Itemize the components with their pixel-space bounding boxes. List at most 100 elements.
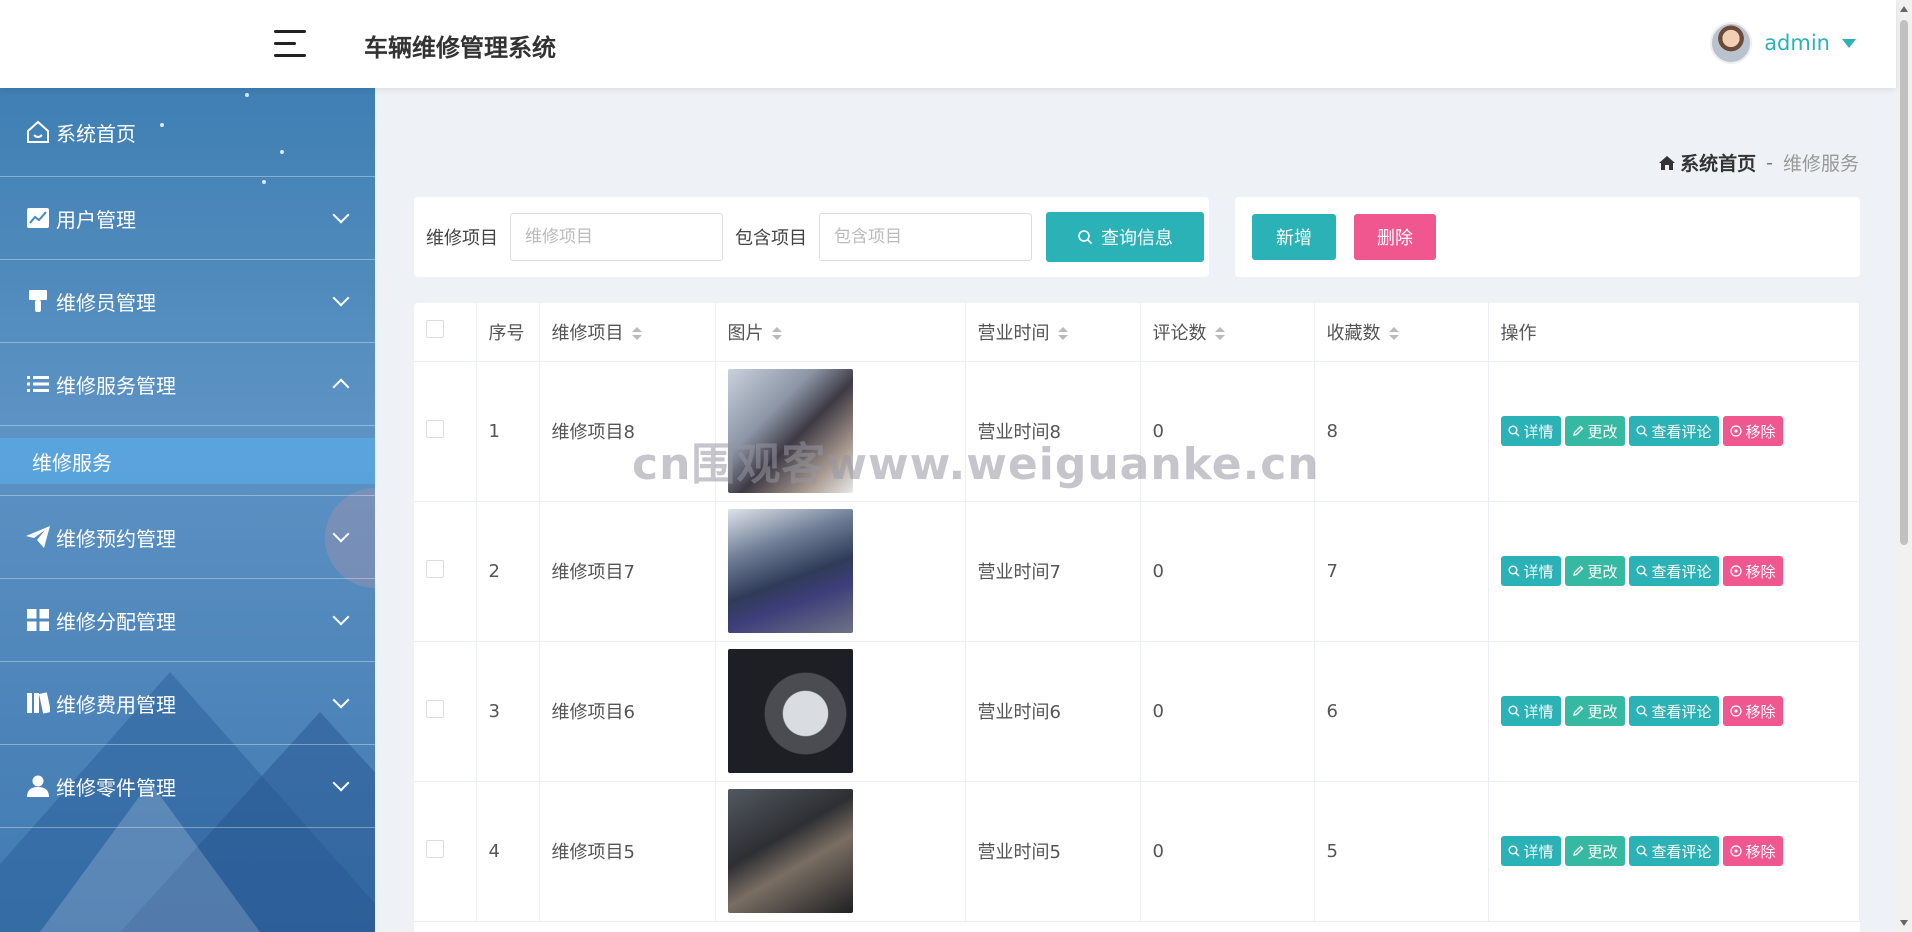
edit-button[interactable]: 更改 [1564,696,1625,726]
view-comments-button[interactable]: 查看评论 [1628,696,1719,726]
chevron-down-icon[interactable] [332,206,350,224]
table-row[interactable]: 2 维修项目7 营业时间7 0 7 详情 更改 查看评论 移除 [414,501,1860,642]
sort-icon[interactable] [1214,327,1225,341]
edit-button[interactable]: 更改 [1564,836,1625,866]
row-checkbox[interactable] [426,419,444,438]
row-checkbox[interactable] [426,699,444,718]
detail-button[interactable]: 详情 [1500,836,1561,866]
detail-button[interactable]: 详情 [1500,416,1561,446]
edit-button-label[interactable]: 更改 [1588,841,1618,862]
select-all-checkbox[interactable] [426,320,444,339]
sidebar-item-6[interactable]: 维修分配管理 [0,579,375,662]
header-comments[interactable]: 评论数 [1140,303,1315,362]
sidebar-item-5[interactable]: 维修预约管理 [0,496,375,579]
cell-favorites: 5 [1314,781,1489,922]
user-menu[interactable]: admin [1710,22,1856,64]
chevron-down-icon[interactable] [332,608,350,626]
breadcrumb-home[interactable]: 系统首页 [1658,149,1756,176]
row-select-cell[interactable] [414,361,477,502]
breadcrumb-home-label[interactable]: 系统首页 [1680,149,1756,176]
view-comments-button-label[interactable]: 查看评论 [1652,701,1712,722]
remove-button[interactable]: 移除 [1722,416,1783,446]
sort-icon[interactable] [771,327,782,341]
chevron-down-icon[interactable] [332,289,350,307]
header-item[interactable]: 维修项目 [539,303,716,362]
submenu-item-repair-service[interactable]: 维修服务 [0,438,375,484]
view-comments-button-label[interactable]: 查看评论 [1652,561,1712,582]
row-select-cell[interactable] [414,641,477,782]
detail-button[interactable]: 详情 [1500,556,1561,586]
edit-button-label[interactable]: 更改 [1588,421,1618,442]
remove-button-label[interactable]: 移除 [1746,841,1776,862]
view-comments-button[interactable]: 查看评论 [1628,836,1719,866]
sidebar-item-1[interactable]: 系统首页 [0,88,375,177]
chevron-down-icon[interactable] [332,774,350,792]
view-comments-button[interactable]: 查看评论 [1628,556,1719,586]
cell-favorites: 8 [1314,361,1489,502]
view-comments-button-label[interactable]: 查看评论 [1652,841,1712,862]
detail-button-label[interactable]: 详情 [1524,701,1554,722]
sort-icon[interactable] [631,327,642,341]
sidebar-item-3[interactable]: 维修员管理 [0,260,375,343]
table-row[interactable]: 3 维修项目6 营业时间6 0 6 详情 更改 查看评论 移除 [414,641,1860,782]
scroll-down-icon[interactable] [1900,920,1908,926]
header-favorites[interactable]: 收藏数 [1314,303,1489,362]
sidebar-item-7[interactable]: 维修费用管理 [0,662,375,745]
detail-button-label[interactable]: 详情 [1524,561,1554,582]
caret-down-icon[interactable] [1842,38,1856,48]
view-comments-button-label[interactable]: 查看评论 [1652,421,1712,442]
detail-button-label[interactable]: 详情 [1524,841,1554,862]
detail-button[interactable]: 详情 [1500,696,1561,726]
sort-icon[interactable] [1388,327,1399,341]
cell-ops: 详情 更改 查看评论 移除 [1488,361,1860,502]
menu-toggle-icon[interactable] [274,30,306,58]
header-hours-label[interactable]: 营业时间 [978,323,1050,344]
select-all-cell[interactable] [414,303,477,362]
remove-button[interactable]: 移除 [1722,836,1783,866]
delete-button[interactable]: 删除 [1354,214,1436,260]
header-image[interactable]: 图片 [715,303,966,362]
edit-button-label[interactable]: 更改 [1588,561,1618,582]
detail-button-label[interactable]: 详情 [1524,421,1554,442]
row-checkbox[interactable] [426,839,444,858]
sidebar-item-8[interactable]: 维修零件管理 [0,745,375,828]
page-scrollbar[interactable] [1896,0,1912,932]
row-select-cell[interactable] [414,781,477,922]
table-row[interactable]: 4 维修项目5 营业时间5 0 5 详情 更改 查看评论 移除 [414,781,1860,922]
row-checkbox[interactable] [426,559,444,578]
edit-icon [1572,845,1584,857]
item-search-input[interactable] [510,213,723,261]
chevron-down-icon[interactable] [332,691,350,709]
contains-search-input[interactable] [819,213,1032,261]
remove-button-label[interactable]: 移除 [1746,421,1776,442]
header-image-label[interactable]: 图片 [728,323,764,344]
table-row[interactable]: 1 维修项目8 营业时间8 0 8 详情 更改 查看评论 移除 [414,361,1860,502]
search-button-label[interactable]: 查询信息 [1101,224,1173,250]
row-select-cell[interactable] [414,501,477,642]
scroll-thumb[interactable] [1900,20,1908,545]
user-name[interactable]: admin [1764,31,1830,55]
avatar[interactable] [1710,22,1753,64]
view-comments-button[interactable]: 查看评论 [1628,416,1719,446]
header-comments-label[interactable]: 评论数 [1153,323,1207,344]
chevron-up-icon[interactable] [332,378,350,396]
remove-button[interactable]: 移除 [1722,696,1783,726]
service-photo [727,509,853,633]
header-item-label[interactable]: 维修项目 [552,323,624,344]
sort-icon[interactable] [1057,327,1068,341]
header-hours[interactable]: 营业时间 [965,303,1141,362]
remove-button-label[interactable]: 移除 [1746,561,1776,582]
edit-button[interactable]: 更改 [1564,416,1625,446]
search-button[interactable]: 查询信息 [1046,212,1204,262]
remove-button[interactable]: 移除 [1722,556,1783,586]
chevron-down-icon[interactable] [332,525,350,543]
header-favorites-label[interactable]: 收藏数 [1327,323,1381,344]
edit-button-label[interactable]: 更改 [1588,701,1618,722]
service-photo [727,369,853,493]
add-button[interactable]: 新增 [1252,214,1336,260]
scroll-up-icon[interactable] [1900,6,1908,12]
edit-button[interactable]: 更改 [1564,556,1625,586]
remove-button-label[interactable]: 移除 [1746,701,1776,722]
sidebar-item-2[interactable]: 用户管理 [0,177,375,260]
sidebar-item-4[interactable]: 维修服务管理 [0,343,375,426]
